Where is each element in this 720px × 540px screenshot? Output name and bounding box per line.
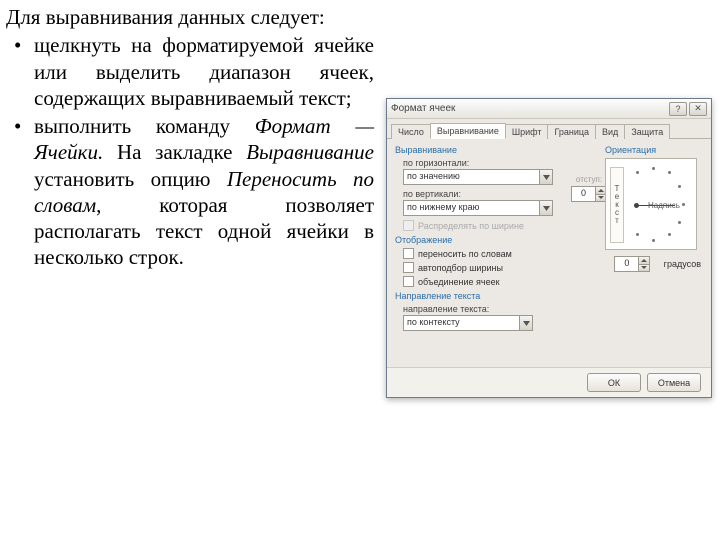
autofit-checkbox-row[interactable]: автоподбор ширины <box>395 262 595 273</box>
direction-combo[interactable]: по контексту <box>403 315 533 331</box>
direction-label: направление текста: <box>395 304 595 314</box>
degrees-label: градусов <box>664 259 701 269</box>
orientation-needle-label: Надпись <box>648 201 680 210</box>
cancel-button[interactable]: Отмена <box>647 373 701 392</box>
autofit-checkbox[interactable] <box>403 262 414 273</box>
dialog-title: Формат ячеек <box>391 103 667 114</box>
vertical-combo[interactable]: по нижнему краю <box>403 200 553 216</box>
tab-protection[interactable]: Защита <box>624 124 670 139</box>
horizontal-combo[interactable]: по значению <box>403 169 553 185</box>
distribute-checkbox-row: Распределять по ширине <box>395 220 595 231</box>
ok-button[interactable]: ОК <box>587 373 641 392</box>
tab-fill[interactable]: Вид <box>595 124 625 139</box>
degrees-spinner[interactable]: 0 <box>614 256 650 272</box>
bullet-2: выполнить команду Формат —Ячейки. На зак… <box>6 113 374 271</box>
chevron-down-icon[interactable] <box>539 200 553 216</box>
horizontal-value: по значению <box>403 169 539 185</box>
group-orientation-label: Ориентация <box>605 145 701 155</box>
distribute-checkbox <box>403 220 414 231</box>
bullet-1: щелкнуть на форматируемой ячейке или выд… <box>6 32 374 111</box>
autofit-label: автоподбор ширины <box>418 263 503 273</box>
indent-value: 0 <box>571 186 595 202</box>
tab-font[interactable]: Шрифт <box>505 124 549 139</box>
merge-label: объединение ячеек <box>418 277 500 287</box>
spinner-down-icon[interactable] <box>638 264 650 273</box>
wrap-checkbox[interactable] <box>403 248 414 259</box>
tab-strip: Число Выравнивание Шрифт Граница Вид Защ… <box>387 119 711 139</box>
tab-number[interactable]: Число <box>391 124 431 139</box>
wrap-checkbox-row[interactable]: переносить по словам <box>395 248 595 259</box>
orientation-vertical-button[interactable]: Текст <box>610 167 624 243</box>
chevron-down-icon[interactable] <box>539 169 553 185</box>
format-cells-dialog: Формат ячеек ? ✕ Число Выравнивание Шриф… <box>386 98 712 398</box>
slide-body-text: Для выравнивания данных следует: щелкнут… <box>6 4 374 273</box>
orientation-control[interactable]: Текст Надпись <box>605 158 697 250</box>
indent-spinner[interactable]: 0 <box>571 186 607 202</box>
titlebar[interactable]: Формат ячеек ? ✕ <box>387 99 711 119</box>
orientation-dial[interactable]: Надпись <box>630 165 692 245</box>
intro-line: Для выравнивания данных следует: <box>6 4 374 30</box>
tab-border[interactable]: Граница <box>547 124 596 139</box>
merge-checkbox[interactable] <box>403 276 414 287</box>
direction-value: по контексту <box>403 315 519 331</box>
group-alignment-label: Выравнивание <box>395 145 595 155</box>
chevron-down-icon[interactable] <box>519 315 533 331</box>
degrees-value: 0 <box>614 256 638 272</box>
group-direction-label: Направление текста <box>395 291 595 301</box>
wrap-label: переносить по словам <box>418 249 512 259</box>
spinner-up-icon[interactable] <box>638 256 650 264</box>
help-button[interactable]: ? <box>669 102 687 116</box>
horizontal-label: по горизонтали: <box>395 158 595 168</box>
distribute-label: Распределять по ширине <box>418 221 524 231</box>
vertical-value: по нижнему краю <box>403 200 539 216</box>
button-bar: ОК Отмена <box>387 367 711 397</box>
merge-checkbox-row[interactable]: объединение ячеек <box>395 276 595 287</box>
group-display-label: Отображение <box>395 235 595 245</box>
alignment-panel: Выравнивание по горизонтали: по значению… <box>387 139 711 367</box>
close-button[interactable]: ✕ <box>689 102 707 116</box>
tab-alignment[interactable]: Выравнивание <box>430 123 506 139</box>
